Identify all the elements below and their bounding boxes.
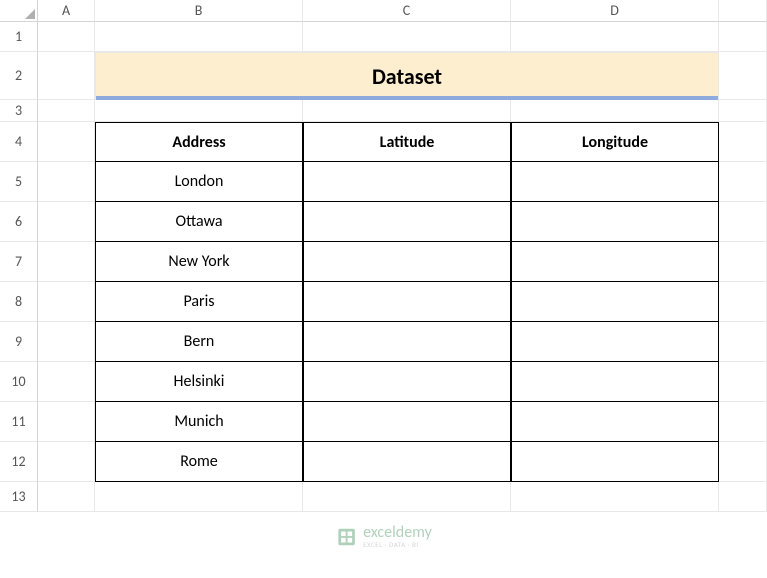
row-header-2[interactable]: 2 — [0, 52, 38, 100]
cell-a11[interactable] — [38, 402, 95, 442]
col-header-a[interactable]: A — [38, 0, 95, 22]
row-header-10[interactable]: 10 — [0, 362, 38, 402]
cell-c13[interactable] — [303, 482, 511, 512]
cell-a12[interactable] — [38, 442, 95, 482]
cell-e5[interactable] — [719, 162, 767, 202]
cell-longitude-5[interactable] — [511, 362, 719, 402]
cell-e7[interactable] — [719, 242, 767, 282]
row-header-9[interactable]: 9 — [0, 322, 38, 362]
row-header-12[interactable]: 12 — [0, 442, 38, 482]
cell-a3[interactable] — [38, 100, 95, 122]
cell-longitude-3[interactable] — [511, 282, 719, 322]
col-header-d[interactable]: D — [511, 0, 719, 22]
cell-d3[interactable] — [511, 100, 719, 122]
cell-e6[interactable] — [719, 202, 767, 242]
cell-e9[interactable] — [719, 322, 767, 362]
spreadsheet-grid: A B C D 1 2 Dataset 3 4 Address Latitude… — [0, 0, 767, 578]
cell-latitude-0[interactable] — [303, 162, 511, 202]
cell-a2[interactable] — [38, 52, 95, 100]
cell-address-3[interactable]: Paris — [95, 282, 303, 322]
cell-address-7[interactable]: Rome — [95, 442, 303, 482]
select-all-corner[interactable] — [0, 0, 38, 22]
cell-address-1[interactable]: Ottawa — [95, 202, 303, 242]
dataset-title[interactable]: Dataset — [95, 52, 719, 100]
cell-e4[interactable] — [719, 122, 767, 162]
cell-latitude-1[interactable] — [303, 202, 511, 242]
cell-a13[interactable] — [38, 482, 95, 512]
cell-e13[interactable] — [719, 482, 767, 512]
cell-longitude-0[interactable] — [511, 162, 719, 202]
row-header-3[interactable]: 3 — [0, 100, 38, 122]
col-header-blank[interactable] — [719, 0, 767, 22]
row-header-4[interactable]: 4 — [0, 122, 38, 162]
cell-a6[interactable] — [38, 202, 95, 242]
cell-c1[interactable] — [303, 22, 511, 52]
cell-d1[interactable] — [511, 22, 719, 52]
header-address[interactable]: Address — [95, 122, 303, 162]
cell-a8[interactable] — [38, 282, 95, 322]
cell-b13[interactable] — [95, 482, 303, 512]
cell-address-6[interactable]: Munich — [95, 402, 303, 442]
cell-b1[interactable] — [95, 22, 303, 52]
cell-e3[interactable] — [719, 100, 767, 122]
cell-a1[interactable] — [38, 22, 95, 52]
cell-latitude-7[interactable] — [303, 442, 511, 482]
cell-e1[interactable] — [719, 22, 767, 52]
cell-a10[interactable] — [38, 362, 95, 402]
cell-c3[interactable] — [303, 100, 511, 122]
row-header-8[interactable]: 8 — [0, 282, 38, 322]
cell-latitude-5[interactable] — [303, 362, 511, 402]
cell-latitude-3[interactable] — [303, 282, 511, 322]
cell-longitude-4[interactable] — [511, 322, 719, 362]
cell-latitude-2[interactable] — [303, 242, 511, 282]
header-longitude[interactable]: Longitude — [511, 122, 719, 162]
row-header-13[interactable]: 13 — [0, 482, 38, 512]
cell-longitude-2[interactable] — [511, 242, 719, 282]
cell-latitude-6[interactable] — [303, 402, 511, 442]
cell-longitude-7[interactable] — [511, 442, 719, 482]
header-latitude[interactable]: Latitude — [303, 122, 511, 162]
cell-address-0[interactable]: London — [95, 162, 303, 202]
cell-e8[interactable] — [719, 282, 767, 322]
cell-e11[interactable] — [719, 402, 767, 442]
cell-latitude-4[interactable] — [303, 322, 511, 362]
cell-a9[interactable] — [38, 322, 95, 362]
cell-e12[interactable] — [719, 442, 767, 482]
row-header-1[interactable]: 1 — [0, 22, 38, 52]
cell-e10[interactable] — [719, 362, 767, 402]
cell-a7[interactable] — [38, 242, 95, 282]
cell-address-4[interactable]: Bern — [95, 322, 303, 362]
cell-address-2[interactable]: New York — [95, 242, 303, 282]
row-header-5[interactable]: 5 — [0, 162, 38, 202]
cell-address-5[interactable]: Helsinki — [95, 362, 303, 402]
cell-a4[interactable] — [38, 122, 95, 162]
row-header-11[interactable]: 11 — [0, 402, 38, 442]
cell-longitude-1[interactable] — [511, 202, 719, 242]
col-header-c[interactable]: C — [303, 0, 511, 22]
cell-e2[interactable] — [719, 52, 767, 100]
col-header-b[interactable]: B — [95, 0, 303, 22]
cell-longitude-6[interactable] — [511, 402, 719, 442]
cell-d13[interactable] — [511, 482, 719, 512]
cell-b3[interactable] — [95, 100, 303, 122]
cell-a5[interactable] — [38, 162, 95, 202]
row-header-6[interactable]: 6 — [0, 202, 38, 242]
row-header-7[interactable]: 7 — [0, 242, 38, 282]
